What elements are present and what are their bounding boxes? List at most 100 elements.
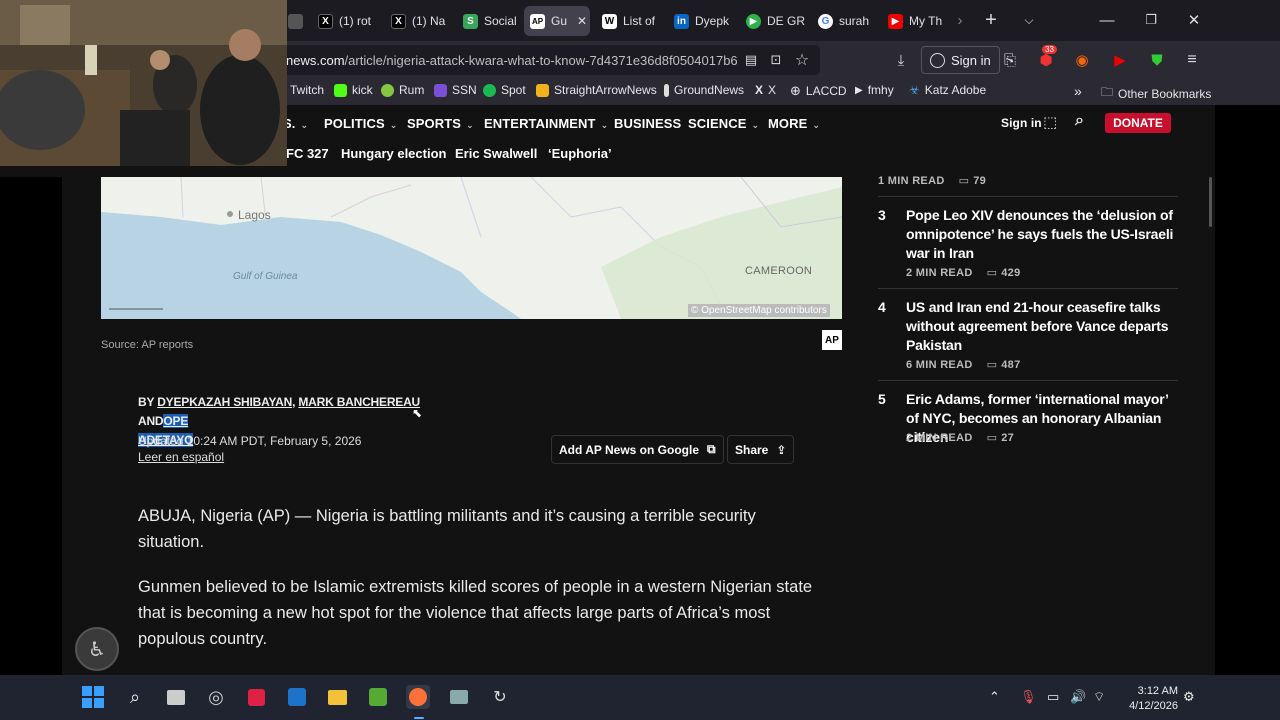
trending-link[interactable]: FC 327 — [286, 146, 329, 161]
show-hidden-icons-icon[interactable]: ⌃ — [989, 689, 1000, 705]
author-link[interactable]: DYEPKAZAH SHIBAYAN — [157, 395, 292, 409]
extensions-icon[interactable]: ⎘ — [999, 49, 1021, 71]
screenshot-icon[interactable]: ⊡ — [765, 49, 787, 71]
nav-more[interactable]: MORE ⌄ — [768, 116, 820, 131]
tab-1[interactable]: X (1) rot — [312, 6, 378, 36]
sign-in-button[interactable]: Sign in — [921, 46, 1000, 74]
add-google-button[interactable]: Add AP News on Google ⧉ — [551, 435, 724, 464]
restore-icon[interactable]: ❐ — [1136, 8, 1166, 32]
bookmark-spotify[interactable]: Spot — [483, 83, 526, 97]
comment-icon: ▭ — [958, 175, 970, 187]
author-link-selected[interactable]: OPE — [163, 414, 188, 428]
new-tab-icon[interactable]: + — [976, 8, 1006, 32]
tab-3[interactable]: S Social — [457, 6, 523, 36]
search-icon[interactable]: ⌕ — [1075, 112, 1084, 130]
spanish-link[interactable]: Leer en español — [138, 450, 224, 464]
comments-icon[interactable]: ⬚ — [1043, 113, 1057, 131]
bookmark-ssn[interactable]: SSN — [434, 83, 477, 97]
nav-entertainment[interactable]: ENTERTAINMENT ⌄ — [484, 116, 608, 131]
nav-politics[interactable]: POLITICS ⌄ — [324, 116, 397, 131]
bookmark-groundnews[interactable]: GroundNews — [664, 83, 744, 97]
more-bookmarks-icon[interactable]: » — [1074, 83, 1082, 99]
trending-link[interactable]: ‘Euphoria’ — [548, 146, 612, 161]
external-add-icon: ⧉ — [707, 442, 716, 456]
tab-label: (1) Na — [412, 14, 446, 28]
bookmark-fmhy[interactable]: ▶ fmhy — [855, 83, 894, 97]
bookmark-laccd[interactable]: ⊕ LACCD — [790, 83, 847, 99]
tab-scroll-right-icon[interactable]: › — [945, 8, 975, 32]
display-icon[interactable]: ▭ — [1047, 689, 1059, 705]
map-label-lagos: Lagos — [238, 208, 271, 222]
minimize-icon[interactable]: — — [1092, 8, 1122, 32]
menu-icon[interactable]: ≡ — [1181, 49, 1203, 71]
network-icon[interactable]: ⌔ — [1093, 689, 1105, 705]
headline-link[interactable]: Pope Leo XIV denounces the ‘delusion of … — [906, 206, 1181, 263]
tab-8[interactable]: Gsurah — [812, 6, 878, 36]
ssn-icon — [434, 83, 447, 97]
wikipedia-icon: W — [602, 13, 617, 29]
tab-2[interactable]: X (1) Na — [385, 6, 451, 36]
start-button[interactable] — [81, 685, 105, 709]
close-window-icon[interactable]: ✕ — [1179, 8, 1209, 32]
url-bar[interactable]: news.com/article/nigeria-attack-kwara-wh… — [250, 45, 820, 75]
bookmark-katz-adobe[interactable]: ☣ Katz Adobe — [909, 83, 986, 97]
reader-view-icon[interactable]: ▤ — [740, 49, 762, 71]
nav-business[interactable]: BUSINESS — [614, 116, 681, 131]
microphone-icon[interactable]: 🎙 — [1020, 689, 1037, 705]
trending-link[interactable]: Eric Swalwell — [455, 146, 537, 161]
site-sign-in[interactable]: Sign in — [1001, 116, 1042, 130]
youtube-extension-icon[interactable]: ▶ — [1109, 49, 1131, 71]
extension-orange-icon[interactable]: ◉ — [1071, 49, 1093, 71]
app-icon[interactable]: ↻ — [488, 685, 512, 709]
tab-active[interactable]: AP Gu ✕ — [524, 6, 590, 36]
author-link[interactable]: MARK BANCHEREAU — [298, 395, 420, 409]
tab-7[interactable]: ▶ DE GR — [740, 6, 806, 36]
clock[interactable]: 3:12 AM 4/12/2026 — [1118, 684, 1178, 714]
article-map[interactable]: Lagos Gulf of Guinea CAMEROON © OpenStre… — [101, 177, 842, 319]
firefox-icon[interactable] — [406, 685, 430, 709]
tab-5[interactable]: W List of — [596, 6, 662, 36]
obs-icon[interactable]: ◎ — [204, 685, 228, 709]
article-paragraph: ABUJA, Nigeria (AP) — Nigeria is battlin… — [138, 507, 756, 551]
bookmark-star-icon[interactable]: ☆ — [791, 49, 813, 71]
map-marker-icon — [227, 211, 233, 217]
search-icon[interactable]: ⌕ — [123, 685, 147, 709]
task-view-icon[interactable] — [164, 685, 188, 709]
app-icon[interactable] — [244, 685, 268, 709]
chevron-down-icon: ⌄ — [812, 120, 821, 130]
shield-extension-icon[interactable]: ⛊ — [1146, 49, 1168, 71]
tab-9[interactable]: ▶ My Th — [882, 6, 948, 36]
list-tabs-icon[interactable]: ⌵ — [1014, 8, 1044, 32]
app-icon[interactable] — [447, 685, 471, 709]
map-label-gulf: Gulf of Guinea — [233, 271, 298, 282]
scrollbar-thumb[interactable] — [1209, 177, 1212, 227]
bookmark-x[interactable]: XX — [755, 83, 776, 97]
accessibility-icon[interactable]: ♿ — [75, 627, 119, 671]
share-button[interactable]: Share ⇪ — [727, 435, 795, 464]
windows-taskbar: ⌕ ◎ ↻ ⌃ 🎙 ▭ 🔊 ⌔ 3:12 AM 4/12/2026 ⚙ — [0, 675, 1280, 720]
outlook-icon[interactable] — [285, 685, 309, 709]
chevron-down-icon: ⌄ — [389, 120, 398, 130]
nav-science[interactable]: SCIENCE ⌄ — [688, 116, 759, 131]
extension-badge: 33 — [1042, 45, 1057, 54]
file-explorer-icon[interactable] — [325, 685, 349, 709]
bookmark-rumble[interactable]: Rum — [381, 83, 424, 97]
other-bookmarks[interactable]: 🗀 Other Bookmarks — [1101, 83, 1211, 104]
trending-link[interactable]: Hungary election — [341, 146, 446, 161]
nav-sports[interactable]: SPORTS ⌄ — [407, 116, 474, 131]
donate-button[interactable]: DONATE — [1105, 113, 1171, 133]
tab-label: Dyepk — [695, 14, 730, 28]
bookmark-straightarrownews[interactable]: StraightArrowNews — [536, 83, 657, 97]
bookmark-kick[interactable]: kick — [334, 83, 373, 97]
item-meta: 1 MIN READ ▭ 79 — [878, 174, 987, 188]
headline-link[interactable]: US and Iran end 21-hour ceasefire talks … — [906, 298, 1181, 355]
volume-icon[interactable]: 🔊 — [1070, 689, 1086, 705]
scrollbar-area[interactable] — [1209, 105, 1280, 675]
tab-6[interactable]: in Dyepk — [668, 6, 734, 36]
app-icon[interactable] — [366, 685, 390, 709]
close-tab-icon[interactable]: ✕ — [577, 14, 587, 28]
youtube-icon: ▶ — [888, 13, 903, 29]
bookmark-twitch[interactable]: Twitch — [290, 83, 324, 97]
notifications-icon[interactable]: ⚙ — [1183, 689, 1195, 705]
download-icon[interactable]: ⤓ — [890, 49, 912, 71]
